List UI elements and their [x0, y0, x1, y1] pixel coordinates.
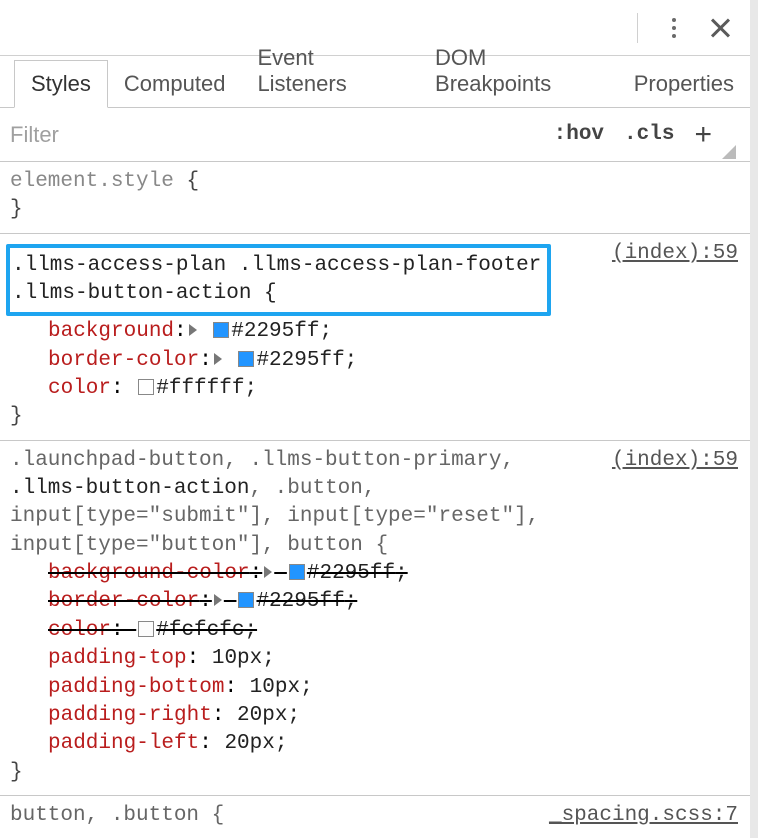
- hov-toggle[interactable]: :hov: [544, 123, 614, 146]
- expand-tri-icon[interactable]: [264, 566, 272, 578]
- decl-padding-left[interactable]: padding-left: 20px;: [10, 730, 740, 758]
- color-swatch[interactable]: [138, 379, 154, 395]
- source-link[interactable]: (index):59: [612, 447, 738, 475]
- rules-list: element.style { } (index):59 .llms-acces…: [0, 162, 750, 838]
- source-link[interactable]: (index):59: [612, 240, 738, 268]
- rule-llms-access-plan[interactable]: (index):59 .llms-access-plan .llms-acces…: [0, 234, 750, 441]
- decl-border-color[interactable]: border-color: #2295ff;: [10, 347, 740, 375]
- decl-padding-bottom[interactable]: padding-bottom: 10px;: [10, 674, 740, 702]
- source-link[interactable]: _spacing.scss:7: [549, 802, 738, 830]
- rule-button[interactable]: _spacing.scss:7 button, .button {: [0, 796, 750, 838]
- expand-tri-icon[interactable]: [189, 324, 197, 336]
- decl-color[interactable]: color: #ffffff;: [10, 375, 740, 403]
- tab-computed[interactable]: Computed: [108, 61, 242, 107]
- tab-event-listeners[interactable]: Event Listeners: [241, 35, 419, 107]
- expand-tri-icon[interactable]: [214, 353, 222, 365]
- close-brace: }: [10, 759, 740, 787]
- rule-launchpad-button[interactable]: (index):59 .launchpad-button, .llms-butt…: [0, 441, 750, 796]
- resize-corner-icon[interactable]: [722, 145, 736, 159]
- decl-border-color[interactable]: border-color: #2295ff;: [10, 588, 740, 616]
- tab-properties[interactable]: Properties: [618, 61, 750, 107]
- selector-highlight: .llms-access-plan .llms-access-plan-foot…: [6, 244, 551, 317]
- filter-input[interactable]: [10, 122, 544, 148]
- close-brace: }: [10, 196, 740, 224]
- new-rule-button[interactable]: +: [684, 120, 718, 150]
- color-swatch[interactable]: [289, 564, 305, 580]
- kebab-menu-icon[interactable]: [662, 12, 686, 44]
- selector-line-2: .llms-button-action {: [12, 280, 541, 308]
- decl-background[interactable]: background: #2295ff;: [10, 318, 740, 346]
- color-swatch[interactable]: [213, 322, 229, 338]
- decl-padding-right[interactable]: padding-right: 20px;: [10, 702, 740, 730]
- filter-bar: :hov .cls +: [0, 108, 750, 162]
- tab-bar: Styles Computed Event Listeners DOM Brea…: [0, 56, 750, 108]
- selector-text: element.style {: [10, 168, 740, 196]
- selector-line-1: .llms-access-plan .llms-access-plan-foot…: [12, 252, 541, 280]
- styles-panel: Styles Computed Event Listeners DOM Brea…: [0, 0, 750, 838]
- color-swatch[interactable]: [138, 621, 154, 637]
- decl-color[interactable]: color: #fcfcfc;: [10, 617, 740, 645]
- rule-element-style[interactable]: element.style { }: [0, 162, 750, 234]
- decl-background-color[interactable]: background-color: #2295ff;: [10, 560, 740, 588]
- tab-dom-breakpoints[interactable]: DOM Breakpoints: [419, 35, 618, 107]
- close-icon[interactable]: [706, 14, 734, 42]
- cls-toggle[interactable]: .cls: [614, 123, 684, 146]
- tab-styles[interactable]: Styles: [14, 60, 108, 108]
- expand-tri-icon[interactable]: [214, 594, 222, 606]
- color-swatch[interactable]: [238, 592, 254, 608]
- decl-padding-top[interactable]: padding-top: 10px;: [10, 645, 740, 673]
- close-brace: }: [10, 403, 740, 431]
- color-swatch[interactable]: [238, 351, 254, 367]
- toolbar-divider: [637, 13, 638, 43]
